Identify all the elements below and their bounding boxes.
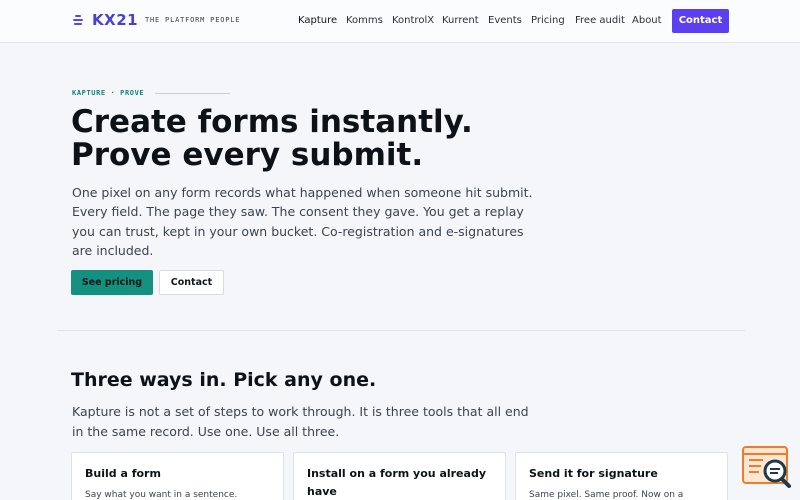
nav-item-free-audit[interactable]: Free audit: [575, 15, 625, 26]
hero-lead: One pixel on any form records what happe…: [72, 185, 533, 258]
nav-item-komms[interactable]: Komms: [346, 15, 383, 26]
nav-item-kurrent[interactable]: Kurrent: [442, 15, 479, 26]
card-body: Say what you want in a sentence.: [85, 490, 238, 500]
nav-item-kapture[interactable]: Kapture: [298, 15, 337, 26]
card-build-form[interactable]: Build a form Say what you want in a sent…: [71, 452, 284, 500]
nav-item-pricing[interactable]: Pricing: [531, 15, 565, 26]
section-title: Three ways in. Pick any one.: [71, 369, 377, 391]
card-body: Same pixel. Same proof. Now on a: [529, 490, 684, 500]
hero-title: Create forms instantly. Prove every subm…: [71, 106, 473, 172]
section-lead: Kapture is not a set of steps to work th…: [72, 404, 529, 439]
hero-contact-button[interactable]: Contact: [159, 270, 224, 295]
hero-title-line-2: Prove every submit.: [71, 137, 424, 173]
nav-item-about[interactable]: About: [632, 15, 662, 26]
section-divider: [57, 330, 745, 331]
hero-eyebrow: KAPTURE · PROVE: [72, 89, 145, 97]
card-title: Build a form: [85, 467, 161, 480]
nav-item-kontrolx[interactable]: KontrolX: [392, 15, 434, 26]
brand-tagline: THE PLATFORM PEOPLE: [145, 16, 241, 24]
floating-widget[interactable]: [741, 445, 793, 489]
hero-title-line-1: Create forms instantly.: [71, 104, 473, 140]
card-install-form[interactable]: Install on a form you already have: [293, 452, 506, 500]
card-title: Install on a form you already have: [307, 467, 486, 498]
nav-item-events[interactable]: Events: [488, 15, 522, 26]
site-header: KX21 THE PLATFORM PEOPLE Kapture Komms K…: [0, 0, 800, 43]
search-chat-icon: [742, 446, 791, 488]
logo-icon[interactable]: [73, 15, 83, 27]
header-contact-button[interactable]: Contact: [672, 9, 729, 33]
card-send-signature[interactable]: Send it for signature Same pixel. Same p…: [515, 452, 728, 500]
eyebrow-divider: [155, 93, 230, 94]
see-pricing-button[interactable]: See pricing: [71, 270, 153, 295]
card-title: Send it for signature: [529, 467, 658, 480]
brand-logo[interactable]: KX21: [92, 11, 138, 29]
